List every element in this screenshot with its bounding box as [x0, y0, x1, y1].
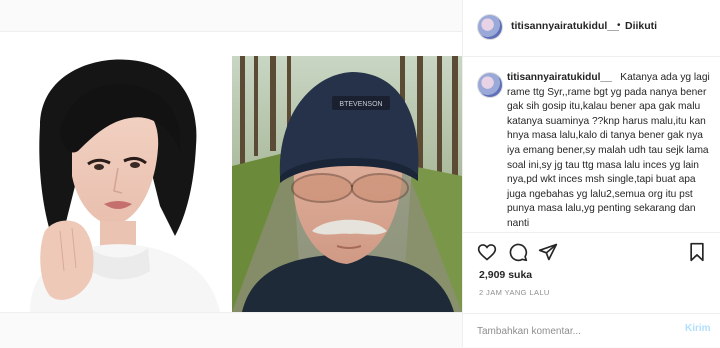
comment-input[interactable]: [477, 323, 677, 339]
paper-plane-icon[interactable]: [538, 242, 558, 262]
caption-text: Katanya ada yg lagi rame ttg Syr,,rame b…: [507, 72, 710, 229]
instagram-post: BTEVENSON titisannyairatukidul__ • Diiku…: [0, 0, 720, 348]
heart-icon[interactable]: [477, 242, 497, 262]
header-username-link[interactable]: titisannyairatukidul__: [511, 20, 619, 32]
media-top-strip: [0, 0, 462, 32]
post-timestamp[interactable]: 2 JAM YANG LALU: [479, 288, 550, 297]
follow-separator: •: [617, 20, 621, 31]
post-header: titisannyairatukidul__ • Diikuti: [463, 0, 720, 57]
caption-username-link[interactable]: titisannyairatukidul__: [507, 72, 612, 83]
post-actions: 2,909 suka 2 JAM YANG LALU: [463, 232, 720, 317]
avatar[interactable]: [477, 14, 503, 40]
post-media[interactable]: BTEVENSON: [0, 0, 462, 348]
bookmark-icon[interactable]: [687, 242, 707, 262]
caption: titisannyairatukidul__ Katanya ada yg la…: [507, 71, 713, 232]
man-selfie-photo: BTEVENSON: [232, 56, 462, 312]
post-sidebar: titisannyairatukidul__ • Diikuti titisan…: [462, 0, 720, 347]
man-selfie-image: BTEVENSON: [232, 56, 462, 312]
following-button[interactable]: Diikuti: [625, 20, 657, 32]
media-bottom-strip: [0, 312, 462, 348]
post-comment-button[interactable]: Kirim: [685, 323, 711, 334]
woman-portrait-image: [0, 56, 228, 312]
likes-count[interactable]: 2,909 suka: [479, 269, 532, 281]
caption-area[interactable]: titisannyairatukidul__ Katanya ada yg la…: [463, 56, 720, 232]
caption-avatar[interactable]: [477, 72, 503, 98]
comment-bar: Kirim: [463, 313, 720, 348]
woman-portrait-photo: [0, 56, 228, 312]
beanie-label: BTEVENSON: [339, 101, 382, 108]
comment-icon[interactable]: [508, 242, 528, 262]
